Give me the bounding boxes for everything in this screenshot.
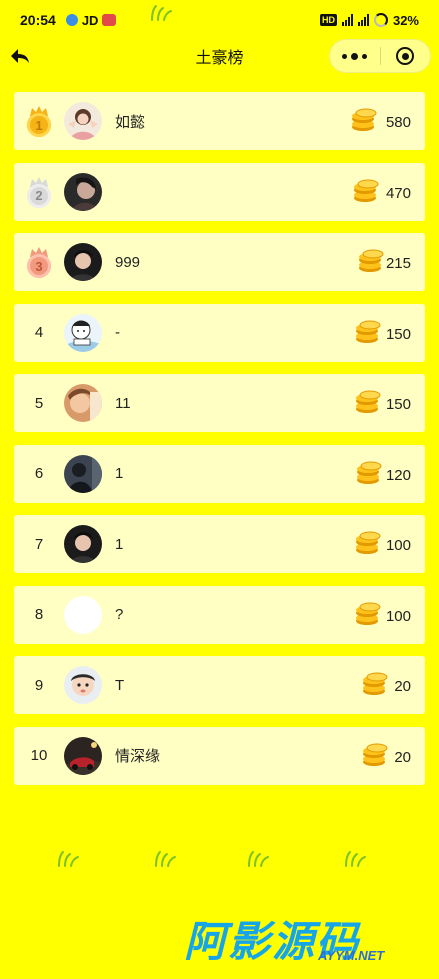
ranking-row[interactable]: 6 1 120 [14,444,425,503]
ranking-row[interactable]: 9 T 20 [14,656,425,714]
coin-stack-icon [354,531,382,555]
rank-cell: 6 [14,465,64,482]
user-avatar[interactable] [64,102,102,140]
rank-cell: 4 [14,324,64,341]
user-name: 如懿 [115,113,146,131]
status-notification-icons: JD [65,12,117,28]
grass-doodle-icon [58,851,79,867]
nav-bar: 土豪榜 [0,38,439,74]
rank-number: 1 [35,117,43,133]
coin-score: 100 [385,607,411,625]
user-avatar[interactable] [64,172,102,211]
rank-number: 10 [30,747,48,764]
rank-cell: 2 [14,176,64,208]
coin-score: 470 [385,184,411,202]
rank-number: 9 [34,676,44,694]
coin-score: 580 [385,114,411,131]
ranking-row[interactable]: 5 11 150 [14,374,425,432]
user-avatar[interactable] [64,525,102,563]
ranking-row[interactable]: 2 470 [14,162,425,221]
signal-1-icon [341,14,353,26]
coin-score: 150 [385,396,411,413]
rank-number: 6 [34,465,44,482]
coin-score: 215 [385,255,411,272]
coin-stack-icon [361,743,389,767]
close-mini-program-button[interactable] [381,47,431,65]
ranking-row[interactable]: 10 情深缘 20 [14,726,425,785]
user-avatar[interactable] [64,666,102,704]
coin-stack-icon [355,461,383,485]
rank-number: 5 [34,394,44,412]
shop-notification-icon [102,14,117,26]
ranking-row[interactable]: 8 ? 100 [14,585,425,644]
rank-number: 2 [35,188,43,203]
status-bar: 20:54 JD HD 32% [0,0,439,40]
coin-stack-icon [350,108,378,132]
rank-number: 7 [34,535,44,553]
rank-cell: 1 [14,106,64,137]
ranking-row[interactable]: 4 - 150 [14,303,425,362]
signal-2-icon [357,14,369,26]
rank-cell: 10 [14,747,64,764]
ranking-row[interactable]: 1 如懿 580 [14,92,425,150]
coin-stack-icon [352,179,380,203]
ranking-row[interactable]: 3 999 215 [14,233,425,291]
rank-cell: 9 [14,677,64,694]
ranking-row[interactable]: 7 1 100 [14,515,425,573]
more-options-button[interactable] [330,52,380,60]
rank-cell: 7 [14,536,64,553]
battery-percent: 32% [392,12,419,28]
mini-program-capsule [329,39,431,73]
grass-doodle-icon [345,851,366,867]
rank-number: 8 [34,606,44,623]
user-avatar[interactable] [64,384,102,422]
silver-medal-icon: 2 [26,176,52,208]
app-notification-icon [65,14,78,26]
user-avatar[interactable] [64,454,102,493]
coin-stack-icon [354,390,382,414]
status-right-icons: HD 32% [319,12,419,28]
rank-cell: 3 [14,247,64,278]
rank-number: 3 [35,258,43,274]
bronze-medal-icon: 3 [26,247,52,278]
coin-score: 150 [385,325,411,343]
page-title: 土豪榜 [195,50,244,67]
coin-stack-icon [354,320,382,344]
grass-doodle-icon [151,5,172,21]
grass-doodle-icon [248,851,269,867]
grass-doodle-icon [155,851,176,867]
ranking-list: 1 如懿 580 2 470 3 999 215 4 - 150 5 11 15… [14,92,425,797]
hd-voice-icon: HD [319,14,337,26]
watermark-logo: 阿影源码 AYYM.NET [178,908,408,968]
user-avatar[interactable] [64,595,102,634]
rank-cell: 5 [14,395,64,412]
coin-score: 100 [385,537,411,554]
user-avatar[interactable] [64,243,102,281]
gold-medal-icon: 1 [26,106,52,137]
watermark-subtitle: AYYM.NET [318,948,385,963]
target-circle-icon [396,47,415,65]
battery-icon [373,13,388,27]
rank-cell: 8 [14,606,64,623]
status-time: 20:54 [20,12,56,28]
back-arrow-icon[interactable] [8,44,32,68]
user-avatar[interactable] [64,313,102,352]
coin-stack-icon [361,672,389,696]
coin-stack-icon [354,602,382,626]
rank-number: 4 [34,324,44,341]
coin-stack-icon [357,249,385,273]
user-avatar[interactable] [64,736,102,775]
coin-score: 20 [394,678,411,695]
carrier-label: JD [81,12,99,28]
coin-score: 20 [394,748,411,766]
coin-score: 120 [385,466,411,484]
